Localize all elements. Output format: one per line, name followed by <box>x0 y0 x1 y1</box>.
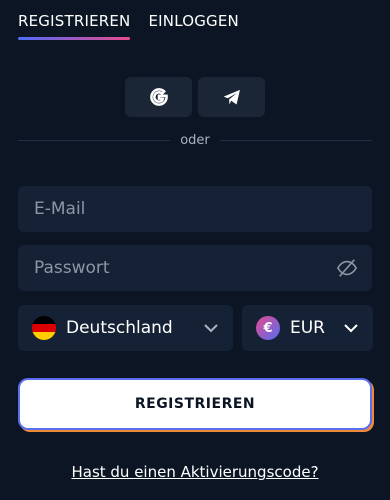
google-login-button[interactable] <box>125 77 192 117</box>
divider-line-right <box>219 140 372 141</box>
divider-label: oder <box>180 133 210 148</box>
currency-value: EUR <box>290 318 325 338</box>
currency-select[interactable]: € EUR <box>242 305 373 351</box>
tab-login[interactable]: EINLOGGEN <box>148 12 239 40</box>
activation-code-link[interactable]: Hast du einen Aktivierungscode? <box>0 463 390 481</box>
tab-register[interactable]: REGISTRIEREN <box>18 12 131 40</box>
country-value: Deutschland <box>66 318 173 338</box>
password-field[interactable] <box>18 245 372 291</box>
email-field[interactable] <box>18 186 372 232</box>
currency-symbol: € <box>263 320 273 336</box>
or-divider: oder <box>18 133 372 148</box>
social-login-group <box>125 77 265 117</box>
euro-icon: € <box>256 316 280 340</box>
email-input[interactable] <box>32 198 358 220</box>
divider-line-left <box>18 140 171 141</box>
telegram-icon <box>223 89 240 105</box>
google-icon <box>149 88 168 106</box>
auth-tabs: REGISTRIEREN EINLOGGEN <box>18 12 239 40</box>
telegram-login-button[interactable] <box>198 77 265 117</box>
country-select[interactable]: Deutschland <box>18 305 233 351</box>
chevron-down-icon <box>344 324 358 333</box>
germany-flag-icon <box>32 316 56 340</box>
register-button[interactable]: REGISTRIEREN <box>20 380 370 428</box>
password-input[interactable] <box>32 257 336 279</box>
eye-off-icon[interactable] <box>336 257 358 279</box>
chevron-down-icon <box>204 324 218 333</box>
